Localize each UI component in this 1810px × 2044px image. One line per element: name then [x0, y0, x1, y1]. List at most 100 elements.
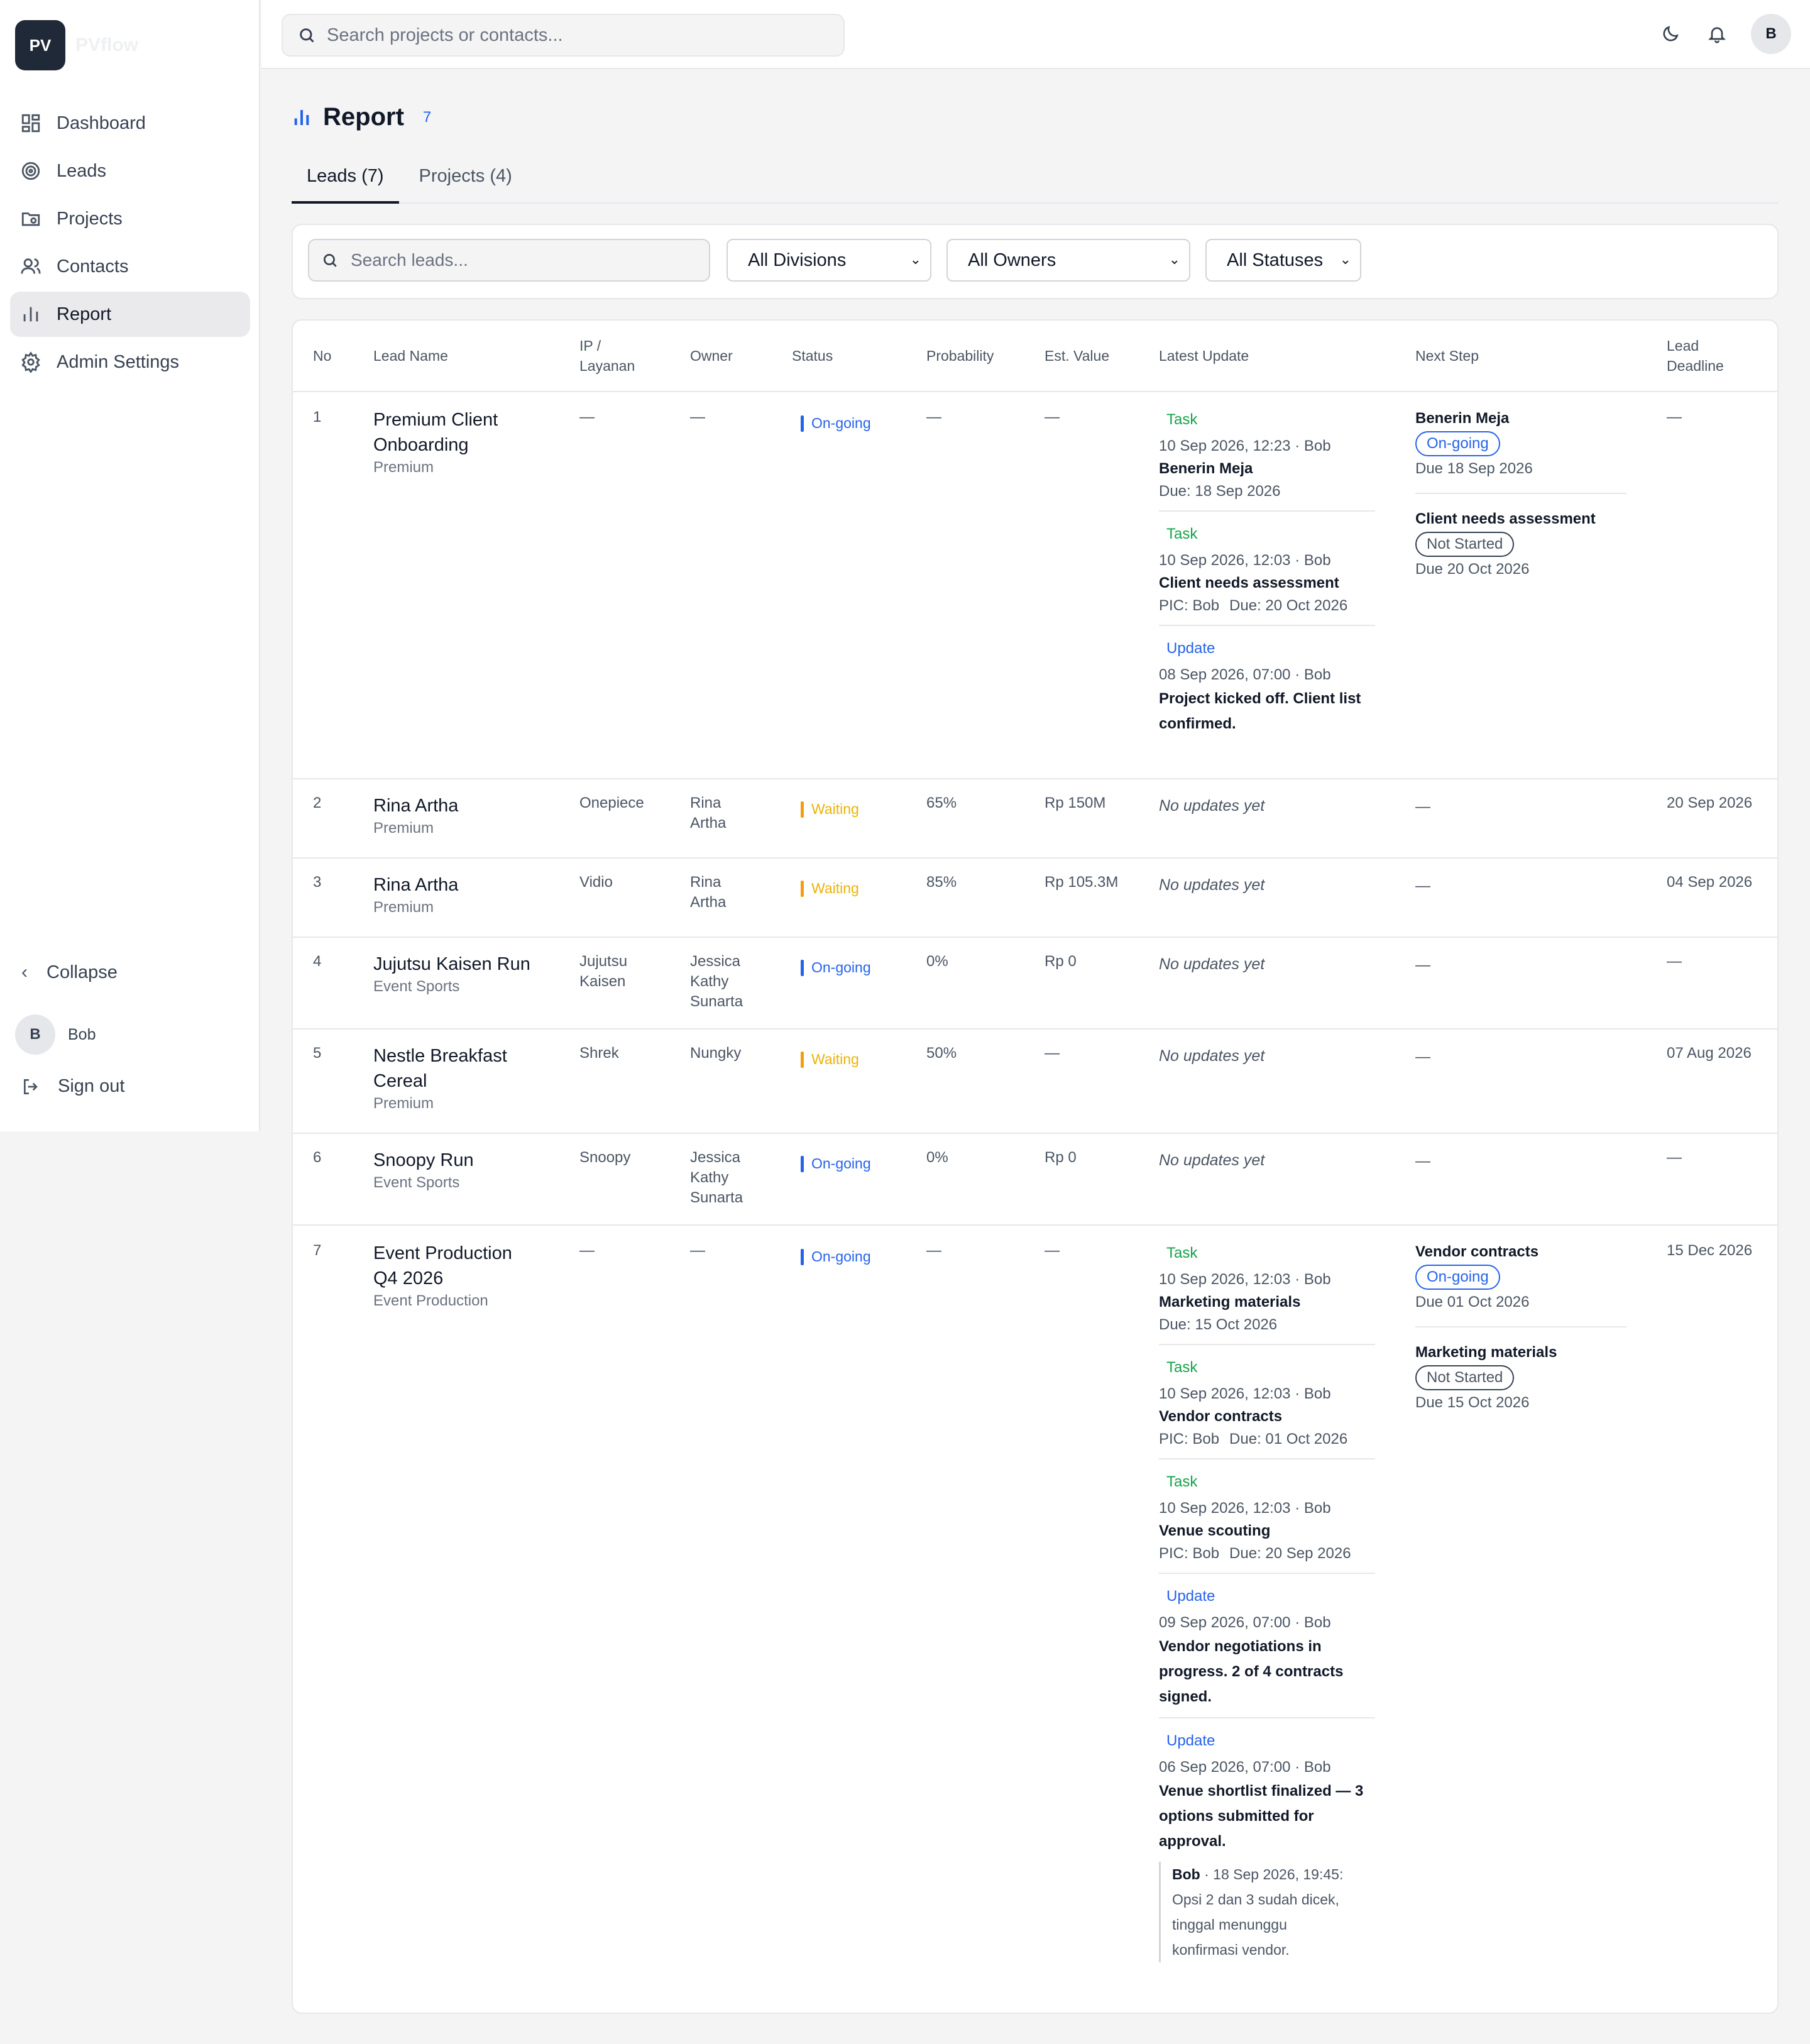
lead-name[interactable]: Nestle Breakfast	[373, 1043, 507, 1069]
col-next-step[interactable]: Next Step	[1415, 346, 1479, 366]
owner-line: Jessica	[690, 1149, 741, 1166]
col-probability[interactable]: Probability	[926, 346, 994, 366]
users-icon	[21, 258, 41, 274]
table-row[interactable]: 6 Snoopy Run Event Sports Snoopy Jessica…	[293, 1134, 1777, 1226]
update-type: Task	[1166, 1245, 1198, 1261]
status-select[interactable]: All Statuses ⌄	[1205, 239, 1361, 282]
col-est-value[interactable]: Est. Value	[1045, 346, 1109, 366]
user-avatar-button[interactable]: B	[1751, 14, 1791, 54]
lead-name[interactable]: Onboarding	[373, 432, 498, 458]
owner-select[interactable]: All Owners ⌄	[946, 239, 1190, 282]
owner-line: Jessica	[690, 953, 741, 970]
update-meta: 10 Sep 2026, 12:03 · Bob	[1159, 1271, 1331, 1288]
next-step-item[interactable]: Vendor contracts On-going Due 01 Oct 202…	[1415, 1241, 1626, 1327]
status-indicator	[801, 1155, 804, 1172]
table-row[interactable]: 3 Rina Artha Premium Vidio Rina Artha Wa…	[293, 859, 1777, 938]
status-badge: On-going	[801, 1155, 871, 1172]
global-search-input[interactable]: Search projects or contacts...	[282, 14, 845, 57]
search-placeholder: Search projects or contacts...	[327, 25, 563, 45]
status-indicator	[801, 959, 804, 976]
update-item[interactable]: Update 06 Sep 2026, 07:00 · Bob Venue sh…	[1159, 1728, 1375, 1970]
lead-search-input[interactable]: Search leads...	[308, 239, 710, 282]
col-ip[interactable]: IP / Layanan	[579, 336, 635, 376]
theme-toggle-button[interactable]	[1658, 21, 1683, 47]
status-select-value: All Statuses	[1227, 250, 1324, 270]
sidebar-item-admin-settings[interactable]: Admin Settings	[10, 339, 250, 385]
division-select[interactable]: All Divisions ⌄	[727, 239, 931, 282]
lead-name[interactable]: Rina Artha	[373, 872, 458, 898]
tab-projects[interactable]: Projects (4)	[404, 157, 527, 204]
table-row[interactable]: 7 Event Production Q4 2026 Event Product…	[293, 1226, 1777, 2014]
update-pic: PIC: Bob	[1159, 1545, 1220, 1562]
update-comment: Bob · 18 Sep 2026, 19:45: Opsi 2 dan 3 s…	[1159, 1862, 1375, 1962]
lead-name[interactable]: Premium Client	[373, 407, 498, 432]
sidebar-item-leads[interactable]: Leads	[10, 148, 250, 194]
lead-name[interactable]: Q4 2026	[373, 1266, 512, 1291]
lead-name[interactable]: Rina Artha	[373, 793, 458, 818]
sidebar-item-dashboard[interactable]: Dashboard	[10, 101, 250, 146]
moon-icon	[1663, 26, 1679, 41]
col-deadline[interactable]: Lead Deadline	[1667, 336, 1724, 376]
lead-name-cell: Rina Artha Premium	[373, 872, 458, 918]
update-title: Vendor contracts	[1159, 1408, 1283, 1425]
sidebar-item-projects[interactable]: Projects	[10, 196, 250, 241]
update-item[interactable]: Task 10 Sep 2026, 12:03 · Bob Venue scou…	[1159, 1470, 1375, 1574]
table-row[interactable]: 4 Jujutsu Kaisen Run Event Sports Jujuts…	[293, 938, 1777, 1030]
status-badge: On-going	[801, 959, 871, 976]
app-logo[interactable]: PV	[15, 20, 65, 70]
update-item[interactable]: Task 10 Sep 2026, 12:03 · Bob Vendor con…	[1159, 1355, 1375, 1459]
lead-name[interactable]: Jujutsu Kaisen Run	[373, 952, 530, 977]
value-cell: Rp 0	[1045, 953, 1077, 970]
next-step-item[interactable]: Client needs assessment Not Started Due …	[1415, 508, 1626, 593]
latest-updates: Task 10 Sep 2026, 12:23 · Bob Benerin Me…	[1159, 407, 1375, 754]
table-row[interactable]: 1 Premium Client Onboarding Premium — — …	[293, 392, 1777, 779]
update-title: progress. 2 of 4 contracts	[1159, 1663, 1344, 1680]
owner-line: Sunarta	[690, 993, 743, 1010]
col-no[interactable]: No	[313, 346, 331, 366]
col-ip-line: Layanan	[579, 358, 635, 374]
owner-select-value: All Owners	[968, 250, 1056, 270]
sidebar-item-label: Admin Settings	[57, 351, 180, 372]
probability-cell: 65%	[926, 794, 957, 811]
col-status[interactable]: Status	[792, 346, 833, 366]
lead-name[interactable]: Cereal	[373, 1069, 507, 1094]
user-profile[interactable]: B Bob	[15, 1014, 96, 1055]
lead-name[interactable]: Snoopy Run	[373, 1148, 474, 1173]
filter-bar: Search leads... All Divisions ⌄ All Owne…	[292, 224, 1779, 299]
collapse-label: Collapse	[47, 962, 118, 982]
sign-out-button[interactable]: Sign out	[21, 1076, 124, 1097]
status-text: Waiting	[811, 880, 859, 896]
latest-updates: Task 10 Sep 2026, 12:03 · Bob Marketing …	[1159, 1241, 1375, 1980]
no-updates-text: No updates yet	[1159, 955, 1265, 973]
update-title: Venue scouting	[1159, 1522, 1271, 1539]
table-row[interactable]: 5 Nestle Breakfast Cereal Premium Shrek …	[293, 1030, 1777, 1134]
tab-leads[interactable]: Leads (7)	[292, 157, 399, 204]
lead-division: Event Sports	[373, 978, 460, 995]
lead-search-placeholder: Search leads...	[351, 250, 468, 270]
update-item[interactable]: Update 09 Sep 2026, 07:00 · Bob Vendor n…	[1159, 1584, 1375, 1718]
next-step-title: Marketing materials	[1415, 1344, 1557, 1361]
next-step-item[interactable]: Marketing materials Not Started Due 15 O…	[1415, 1341, 1626, 1427]
owner-line: Sunarta	[690, 1189, 743, 1206]
lead-name[interactable]: Event Production	[373, 1241, 512, 1266]
next-step-item[interactable]: Benerin Meja On-going Due 18 Sep 2026	[1415, 407, 1626, 494]
col-latest-update[interactable]: Latest Update	[1159, 346, 1249, 366]
update-item[interactable]: Task 10 Sep 2026, 12:03 · Bob Marketing …	[1159, 1241, 1375, 1345]
update-meta: 10 Sep 2026, 12:03 · Bob	[1159, 1385, 1331, 1402]
next-step-empty: —	[1415, 1153, 1430, 1170]
bell-icon	[1708, 27, 1726, 43]
collapse-button[interactable]: ‹ Collapse	[21, 962, 118, 983]
update-item[interactable]: Update 08 Sep 2026, 07:00 · Bob Project …	[1159, 636, 1375, 744]
page-title: Report	[323, 103, 404, 131]
col-owner[interactable]: Owner	[690, 346, 733, 366]
update-item[interactable]: Task 10 Sep 2026, 12:23 · Bob Benerin Me…	[1159, 407, 1375, 512]
update-item[interactable]: Task 10 Sep 2026, 12:03 · Bob Client nee…	[1159, 522, 1375, 626]
col-lead-name[interactable]: Lead Name	[373, 346, 448, 366]
sidebar-item-contacts[interactable]: Contacts	[10, 244, 250, 289]
notifications-button[interactable]	[1704, 21, 1730, 47]
page-header: Report 7	[292, 103, 431, 131]
next-step-status-badge: Not Started	[1415, 1365, 1515, 1390]
chevron-down-icon: ⌄	[909, 251, 921, 267]
sidebar-item-report[interactable]: Report	[10, 292, 250, 337]
table-row[interactable]: 2 Rina Artha Premium Onepiece Rina Artha…	[293, 779, 1777, 859]
